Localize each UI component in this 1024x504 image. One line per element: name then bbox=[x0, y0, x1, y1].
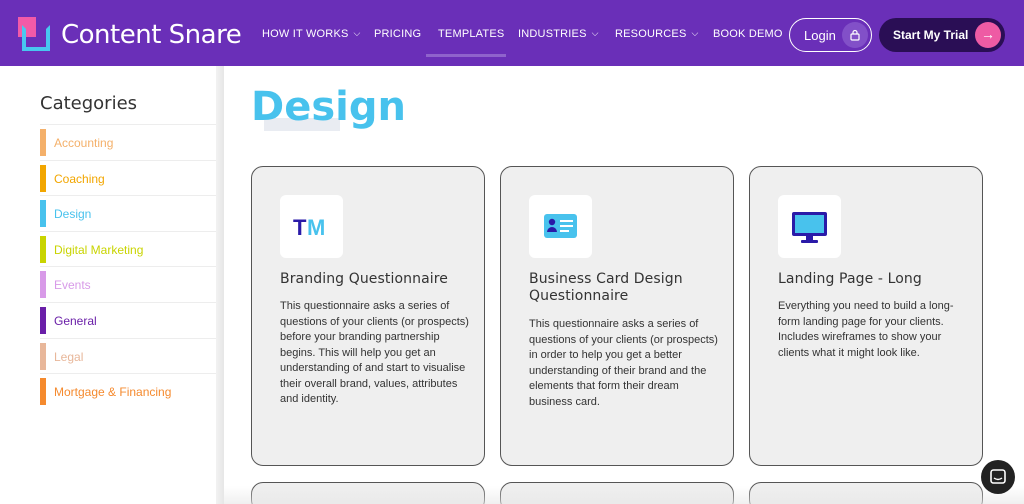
nav-book-demo-label: BOOK DEMO bbox=[713, 28, 783, 40]
page-title: Design bbox=[251, 84, 406, 130]
template-card-branding[interactable]: T M Branding Questionnaire This question… bbox=[251, 166, 485, 466]
nav-industries[interactable]: INDUSTRIES ⌵ bbox=[518, 28, 599, 40]
category-label: Design bbox=[54, 207, 92, 222]
chat-icon bbox=[990, 469, 1006, 484]
sidebar-divider bbox=[216, 66, 224, 504]
card-description: Everything you need to build a long-form… bbox=[778, 300, 954, 359]
lock-icon bbox=[842, 22, 868, 48]
category-label: Digital Marketing bbox=[54, 242, 144, 257]
card-title: Business Card Design Questionnaire bbox=[529, 271, 683, 304]
card-description: This questionnaire asks a series of ques… bbox=[529, 318, 718, 408]
login-button[interactable]: Login bbox=[789, 18, 872, 52]
category-item[interactable]: Legal bbox=[40, 337, 216, 374]
brand-name[interactable]: Content Snare bbox=[61, 20, 242, 50]
categories-heading: Categories bbox=[40, 93, 138, 114]
nav-pricing-label: PRICING bbox=[374, 28, 422, 40]
nav-book-demo[interactable]: BOOK DEMO bbox=[713, 28, 783, 40]
template-card-landing-page[interactable]: Landing Page - Long Everything you need … bbox=[749, 166, 983, 466]
business-card-icon bbox=[529, 195, 592, 258]
category-item[interactable]: Accounting bbox=[40, 124, 216, 160]
login-label: Login bbox=[804, 28, 836, 43]
content-snare-logo-icon[interactable] bbox=[18, 17, 50, 51]
nav-resources-label: RESOURCES bbox=[615, 28, 687, 40]
category-color-bar bbox=[40, 129, 46, 156]
start-trial-button[interactable]: Start My Trial → bbox=[879, 18, 1005, 52]
chevron-down-icon: ⌵ bbox=[591, 28, 599, 38]
top-navigation: Content Snare HOW IT WORKS ⌵ PRICING TEMP… bbox=[0, 0, 1024, 66]
category-color-bar bbox=[40, 342, 46, 370]
category-item[interactable]: Events bbox=[40, 266, 216, 302]
chevron-down-icon: ⌵ bbox=[691, 28, 699, 38]
card-title: Landing Page - Long bbox=[778, 271, 922, 287]
card-title: Branding Questionnaire bbox=[280, 271, 449, 287]
category-label: Events bbox=[54, 278, 91, 293]
category-item[interactable]: General bbox=[40, 301, 216, 338]
tm-logo-icon: T M bbox=[280, 195, 343, 258]
chat-widget-button[interactable] bbox=[981, 460, 1015, 494]
active-nav-indicator bbox=[426, 54, 506, 57]
monitor-icon bbox=[778, 195, 841, 258]
category-list: Accounting Coaching Design Digital Marketin… bbox=[40, 124, 216, 409]
nav-how-it-works[interactable]: HOW IT WORKS ⌵ bbox=[262, 28, 361, 40]
card-description: This questionnaire asks a series of ques… bbox=[280, 300, 469, 405]
arrow-right-icon: → bbox=[975, 22, 1001, 48]
category-label: Legal bbox=[54, 349, 84, 364]
template-card-business-card[interactable]: Business Card Design Questionnaire This … bbox=[500, 166, 734, 466]
category-color-bar bbox=[40, 164, 46, 192]
category-item[interactable]: Coaching bbox=[40, 159, 216, 196]
nav-templates-label: TEMPLATES bbox=[438, 28, 505, 40]
nav-templates[interactable]: TEMPLATES bbox=[438, 28, 504, 40]
category-label: Accounting bbox=[54, 136, 114, 150]
chevron-down-icon: ⌵ bbox=[353, 28, 361, 38]
category-color-bar bbox=[40, 235, 46, 263]
category-item[interactable]: Design bbox=[40, 195, 216, 231]
category-color-bar bbox=[40, 271, 46, 299]
category-color-bar bbox=[40, 306, 46, 334]
svg-text:T: T bbox=[293, 215, 307, 240]
category-label: Mortgage & Financing bbox=[54, 385, 172, 400]
scroll-fade bbox=[224, 486, 1024, 504]
nav-how-it-works-label: HOW IT WORKS bbox=[262, 28, 349, 40]
start-trial-label: Start My Trial bbox=[893, 28, 969, 42]
nav-pricing[interactable]: PRICING bbox=[374, 28, 421, 40]
category-label: Coaching bbox=[54, 171, 105, 186]
nav-resources[interactable]: RESOURCES ⌵ bbox=[615, 28, 699, 40]
nav-industries-label: INDUSTRIES bbox=[518, 28, 587, 40]
category-label: General bbox=[54, 313, 97, 328]
svg-text:M: M bbox=[307, 215, 325, 240]
category-color-bar bbox=[40, 200, 46, 228]
category-color-bar bbox=[40, 378, 46, 406]
category-item[interactable]: Mortgage & Financing bbox=[40, 373, 216, 409]
category-item[interactable]: Digital Marketing bbox=[40, 230, 216, 267]
